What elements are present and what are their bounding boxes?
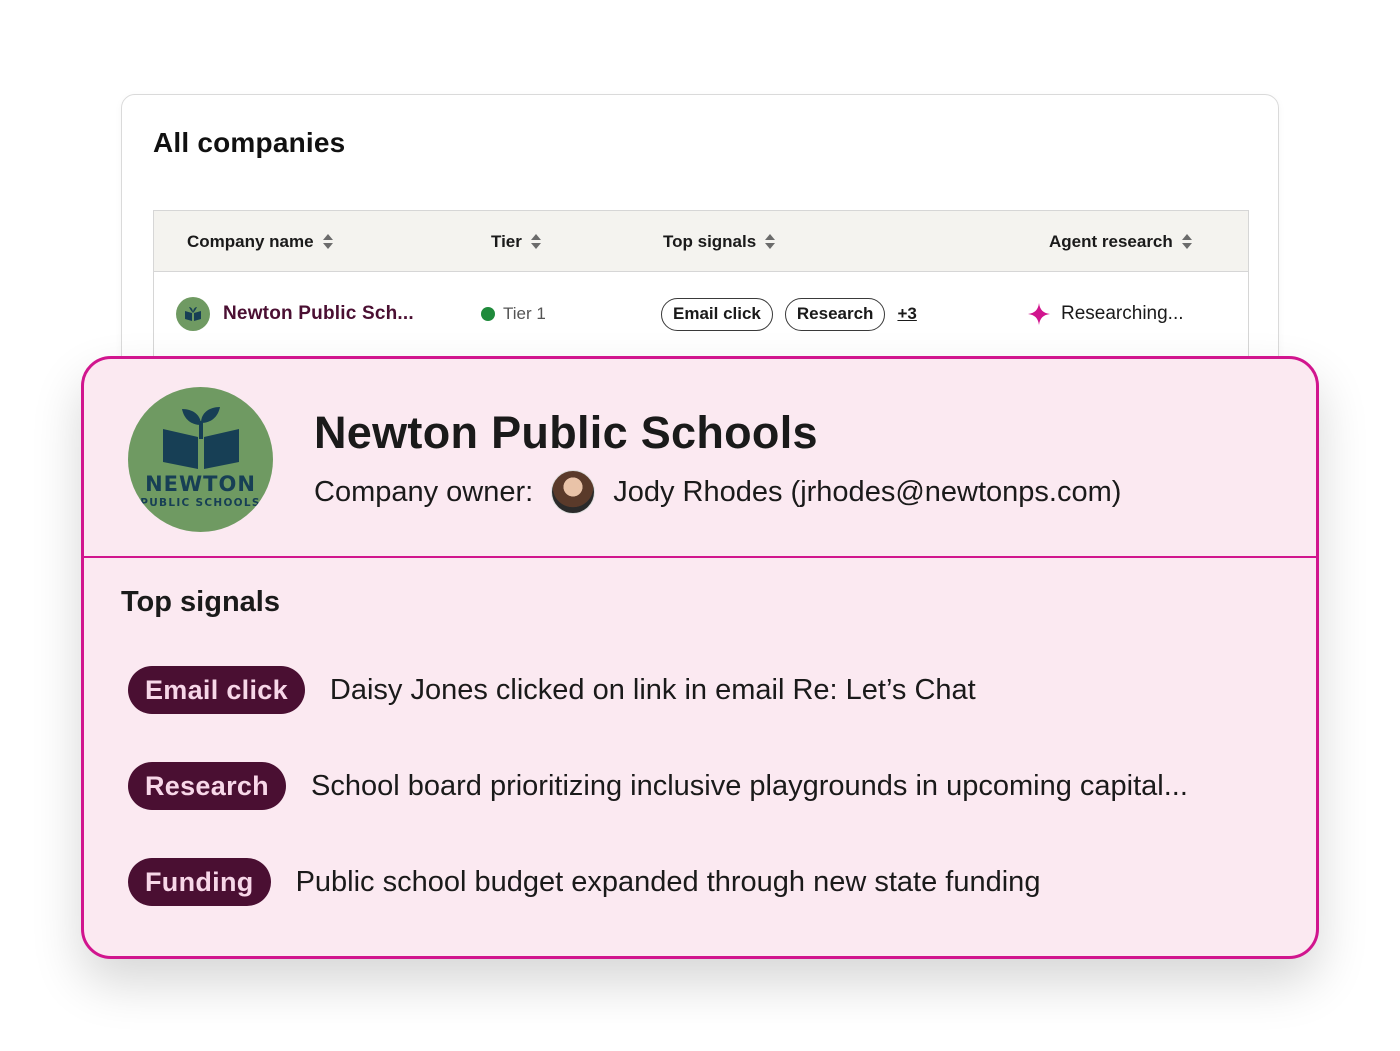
more-signals-link[interactable]: +3 <box>897 304 916 324</box>
company-cell: Newton Public Sch... <box>176 272 414 356</box>
sort-icon[interactable] <box>322 234 333 249</box>
column-header-label: Agent research <box>1049 231 1173 251</box>
company-name-link[interactable]: Newton Public Sch... <box>223 303 414 325</box>
page-title: All companies <box>153 127 346 158</box>
tier-label: Tier 1 <box>503 304 546 323</box>
signal-description: Daisy Jones clicked on link in email Re:… <box>329 673 976 706</box>
signal-chip-email-click[interactable]: Email click <box>661 297 773 331</box>
signal-tag-email-click[interactable]: Email click <box>128 666 305 714</box>
detail-header: NEWTON PUBLIC SCHOOLS Newton Public Scho… <box>84 359 1316 558</box>
sort-icon[interactable] <box>530 234 541 249</box>
signal-chip-research[interactable]: Research <box>784 297 886 331</box>
companies-table: Company name Tier Top signals Agent rese… <box>153 210 1249 362</box>
logo-subtext: PUBLIC SCHOOLS <box>140 497 261 509</box>
company-logo: NEWTON PUBLIC SCHOOLS <box>128 387 273 532</box>
sparkle-icon <box>1028 303 1050 325</box>
owner-name[interactable]: Jody Rhodes (jrhodes@newtonps.com) <box>613 476 1121 509</box>
sort-icon[interactable] <box>1181 234 1192 249</box>
company-detail-card: NEWTON PUBLIC SCHOOLS Newton Public Scho… <box>81 356 1319 959</box>
book-sprout-icon <box>163 407 239 469</box>
column-header-agent-research[interactable]: Agent research <box>1049 211 1192 272</box>
signal-item: Funding Public school budget expanded th… <box>128 858 1040 906</box>
agent-research-cell: Researching... <box>1028 272 1184 356</box>
tier-cell: Tier 1 <box>481 272 546 356</box>
signal-description: Public school budget expanded through ne… <box>295 865 1041 898</box>
signal-description: School board prioritizing inclusive play… <box>310 769 1188 802</box>
owner-row: Company owner: Jody Rhodes (jrhodes@newt… <box>314 469 1121 515</box>
stage: All companies Company name Tier Top sign… <box>0 0 1400 1051</box>
column-header-label: Company name <box>187 231 314 251</box>
column-header-label: Top signals <box>663 231 757 251</box>
column-header-top-signals[interactable]: Top signals <box>663 211 776 272</box>
status-dot-icon <box>481 307 495 321</box>
signals-cell: Email click Research +3 <box>661 272 917 356</box>
column-header-label: Tier <box>491 231 522 251</box>
signal-tag-funding[interactable]: Funding <box>128 858 271 906</box>
signals-heading: Top signals <box>121 586 280 618</box>
sort-icon[interactable] <box>765 234 776 249</box>
table-row[interactable]: Newton Public Sch... Tier 1 Email click … <box>154 272 1248 362</box>
column-header-tier[interactable]: Tier <box>491 211 541 272</box>
signal-item: Research School board prioritizing inclu… <box>128 762 1188 810</box>
signal-tag-research[interactable]: Research <box>128 762 286 810</box>
table-header: Company name Tier Top signals Agent rese… <box>154 211 1248 272</box>
company-logo-icon <box>176 297 210 331</box>
research-status: Researching... <box>1061 303 1184 324</box>
owner-label: Company owner: <box>314 475 534 508</box>
column-header-company-name[interactable]: Company name <box>187 211 333 272</box>
company-title: Newton Public Schools <box>314 407 818 458</box>
signal-item: Email click Daisy Jones clicked on link … <box>128 666 976 714</box>
avatar <box>551 470 596 514</box>
logo-text: NEWTON <box>145 472 256 496</box>
companies-table-card: All companies Company name Tier Top sign… <box>121 94 1279 394</box>
